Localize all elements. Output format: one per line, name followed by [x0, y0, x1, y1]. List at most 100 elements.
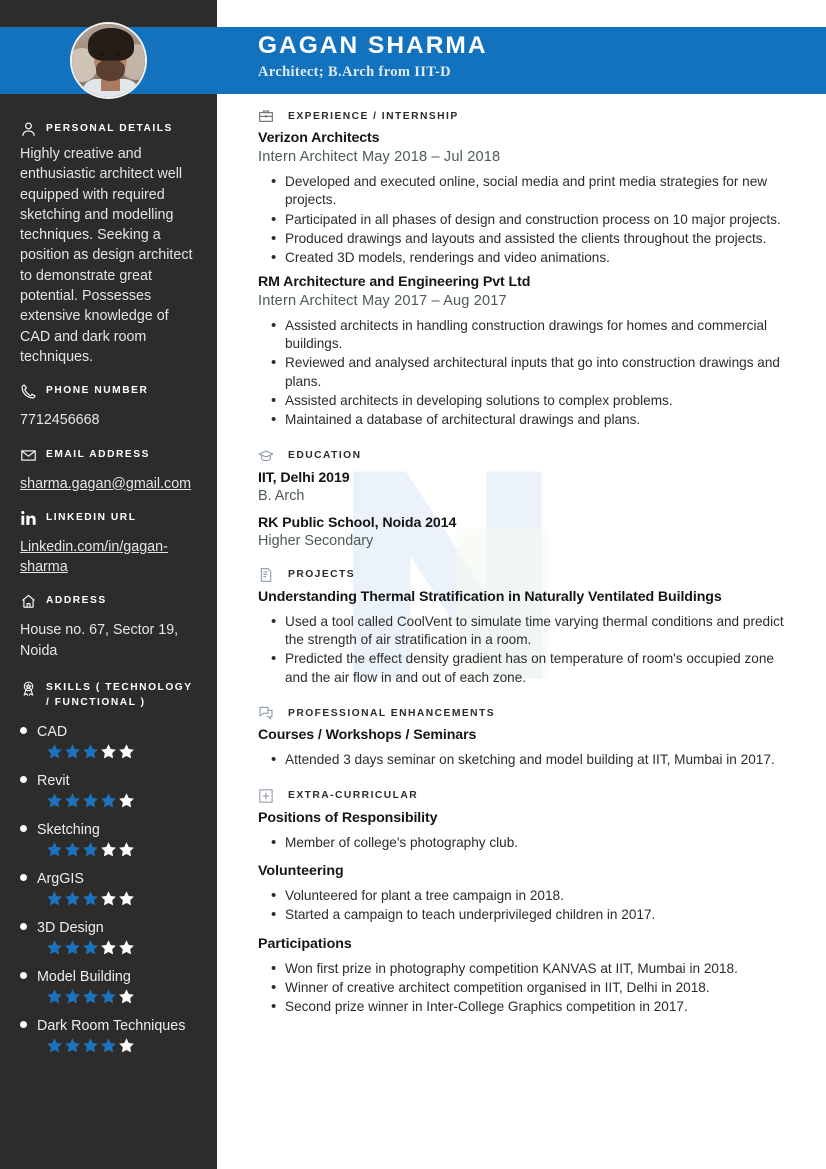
star-icon	[101, 939, 116, 954]
bullet-dot-icon	[20, 1020, 27, 1028]
section-title: EXPERIENCE / INTERNSHIP	[288, 110, 459, 122]
education-item: IIT, Delhi 2019 B. Arch	[258, 470, 798, 504]
star-icon	[101, 988, 116, 1003]
document-icon	[260, 567, 272, 582]
section-header-projects: PROJECTS	[258, 567, 798, 583]
skill-rating	[46, 743, 199, 760]
sidebar-section-address: Address	[20, 591, 199, 611]
skill-item: ArgGIS	[20, 871, 199, 887]
bullet-item: Started a campaign to teach underprivile…	[271, 905, 798, 926]
section-title: EDUCATION	[288, 450, 362, 462]
main-content: EXPERIENCE / INTERNSHIP Verizon Architec…	[258, 108, 798, 1018]
extra-curricular-bullets: Member of college's photography club.	[258, 832, 798, 853]
email-value-link[interactable]: sharma.gagan@gmail.com	[20, 474, 199, 494]
extra-curricular-list: Positions of Responsibility Member of col…	[258, 810, 798, 1018]
skill-name: Sketching	[37, 821, 100, 838]
bullet-item: Produced drawings and layouts and assist…	[271, 229, 798, 250]
bullet-dot-icon	[20, 775, 27, 783]
project-bullets: Used a tool called CoolVent to simulate …	[258, 612, 798, 687]
bullet-item: Member of college's photography club.	[271, 832, 798, 853]
star-icon	[47, 988, 62, 1003]
sidebar-section-phone: Phone Number	[20, 381, 199, 401]
skill-item: Model Building	[20, 969, 199, 985]
extra-curricular-bullets: Volunteered for plant a tree campaign in…	[258, 886, 798, 926]
star-icon	[47, 939, 62, 954]
page-title: GAGAN SHARMA	[258, 32, 488, 59]
skill-rating	[46, 1037, 199, 1054]
bullet-item: Created 3D models, renderings and video …	[271, 248, 798, 269]
skill-name: CAD	[37, 723, 68, 740]
school-name: IIT, Delhi 2019	[258, 469, 350, 486]
section-header-experience: EXPERIENCE / INTERNSHIP	[258, 108, 798, 124]
experience-item: RM Architecture and Engineering Pvt Ltd I…	[258, 274, 798, 431]
experience-list: Verizon Architects Intern Architect May 2…	[258, 130, 798, 431]
star-icon	[65, 1037, 80, 1052]
bullet-item: Assisted architects in developing soluti…	[271, 391, 798, 412]
skill-rating	[46, 939, 199, 956]
star-icon	[47, 1037, 62, 1052]
star-icon	[119, 890, 134, 905]
extra-curricular-subhead: Volunteering	[258, 862, 344, 879]
skill-item: Revit	[20, 773, 199, 789]
degree-name: Higher Secondary	[258, 532, 374, 549]
section-header-extra-curricular: EXTRA-CURRICULAR	[258, 788, 798, 804]
experience-item: Verizon Architects Intern Architect May 2…	[258, 130, 798, 269]
extra-curricular-group: Positions of Responsibility Member of col…	[258, 810, 798, 854]
envelope-icon	[21, 449, 36, 461]
phone-icon	[21, 384, 36, 399]
sidebar-section-title: SKILLS ( TECHNOLOGY / FUNCTIONAL )	[46, 682, 193, 708]
skill-item: CAD	[20, 724, 199, 740]
sidebar-section-title: Phone Number	[46, 385, 149, 397]
star-icon	[101, 841, 116, 856]
sidebar-section-title: Email Address	[46, 448, 150, 460]
bullet-item: Won first prize in photography competiti…	[271, 959, 798, 980]
star-icon	[83, 988, 98, 1003]
star-icon	[65, 841, 80, 856]
extra-curricular-subhead: Participations	[258, 935, 352, 952]
skill-name: 3D Design	[37, 919, 104, 936]
star-icon	[101, 890, 116, 905]
star-icon	[119, 988, 134, 1003]
skill-rating	[46, 890, 199, 907]
home-icon	[22, 595, 35, 609]
experience-bullets: Developed and executed online, social me…	[258, 172, 798, 269]
star-icon	[101, 743, 116, 758]
bullet-item: Participated in all phases of design and…	[271, 210, 798, 231]
bullet-dot-icon	[20, 922, 27, 930]
plus-box-icon	[259, 788, 273, 803]
linkedin-icon	[21, 510, 36, 525]
star-icon	[119, 841, 134, 856]
resume-page: PERSONAL DETAILS Highly creative and ent…	[0, 0, 826, 1169]
extra-curricular-group: Participations Won first prize in photogr…	[258, 935, 798, 1018]
phone-value: 7712456668	[20, 412, 100, 429]
bullet-item: Winner of creative architect competition…	[271, 978, 798, 999]
header-subtitle: Architect; B.Arch from IIT-D	[258, 63, 451, 80]
skill-item: 3D Design	[20, 920, 199, 936]
education-list: IIT, Delhi 2019 B. Arch RK Public School, …	[258, 470, 798, 549]
sidebar: PERSONAL DETAILS Highly creative and ent…	[0, 0, 217, 1169]
star-icon	[83, 841, 98, 856]
star-icon	[83, 743, 98, 758]
star-icon	[83, 792, 98, 807]
star-icon	[119, 1037, 134, 1052]
star-icon	[65, 988, 80, 1003]
skill-rating	[46, 988, 199, 1005]
project-name: Understanding Thermal Stratification in …	[258, 588, 722, 605]
skill-name: Revit	[37, 772, 70, 789]
education-item: RK Public School, Noida 2014 Higher Secon…	[258, 515, 798, 549]
star-icon	[83, 890, 98, 905]
job-role-dates: Intern Architect May 2017 – Aug 2017	[258, 292, 507, 309]
bullet-item: Reviewed and analysed architectural inpu…	[271, 353, 798, 391]
linkedin-value-link[interactable]: Linkedin.com/in/gagan-sharma	[20, 537, 199, 578]
employer-name: Verizon Architects	[258, 130, 380, 146]
header-text: GAGAN SHARMA Architect; B.Arch from IIT-…	[258, 33, 488, 81]
experience-bullets: Assisted architects in handling construc…	[258, 316, 798, 431]
graduation-cap-icon	[258, 450, 274, 461]
star-icon	[101, 1037, 116, 1052]
skill-name: Model Building	[37, 968, 131, 985]
sidebar-section-title: PERSONAL DETAILS	[46, 123, 173, 134]
address-value: House no. 67, Sector 19, Noida	[20, 622, 179, 659]
bullet-dot-icon	[20, 824, 27, 832]
job-role-dates: Intern Architect May 2018 – Jul 2018	[258, 149, 501, 165]
star-icon	[47, 743, 62, 758]
